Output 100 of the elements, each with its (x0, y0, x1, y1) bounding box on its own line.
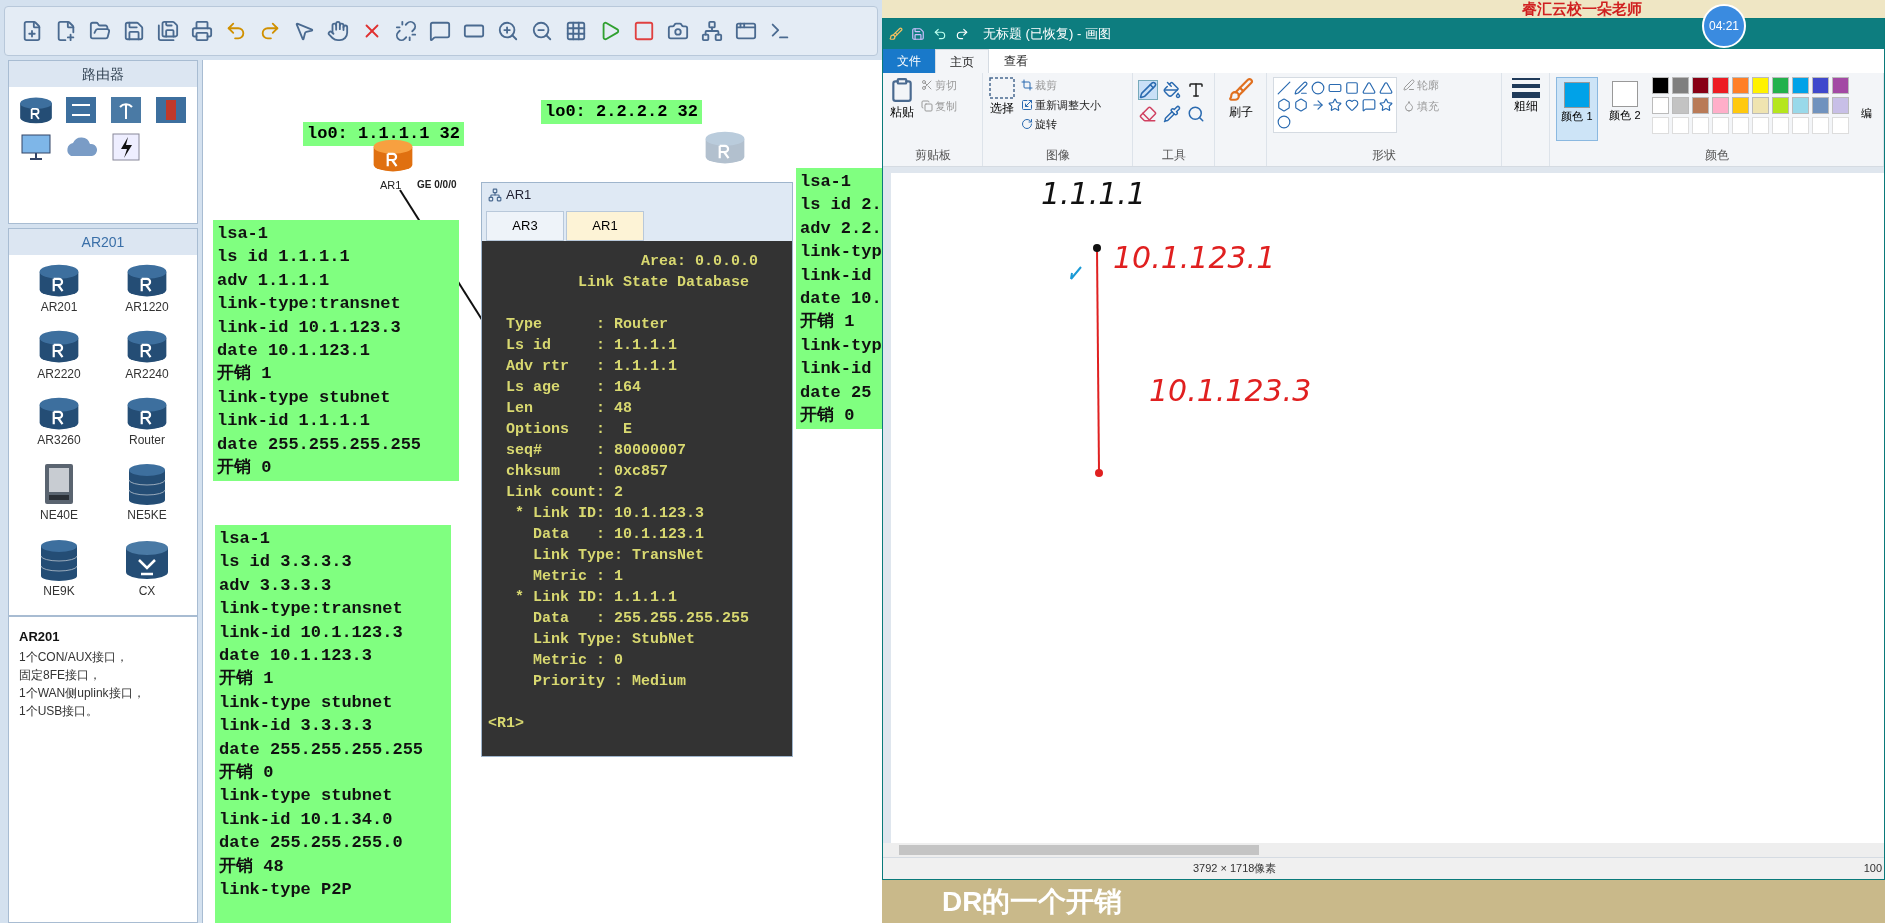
color-swatch[interactable] (1692, 97, 1709, 114)
device-label[interactable]: NE9K (43, 581, 75, 600)
printer-icon[interactable] (191, 20, 213, 42)
shape-icon[interactable] (1345, 81, 1359, 95)
undo-icon[interactable] (225, 20, 247, 42)
edit-colors-label[interactable]: 编 (1861, 105, 1872, 122)
note-line: date 10. (800, 288, 880, 311)
shape-icon[interactable] (1328, 81, 1342, 95)
empty-swatch[interactable] (1772, 117, 1789, 134)
color-swatch[interactable] (1652, 77, 1669, 94)
empty-swatch[interactable] (1692, 117, 1709, 134)
shape-icon[interactable] (1362, 98, 1376, 112)
device-label[interactable]: Router (129, 431, 165, 450)
shape-icon[interactable] (1362, 81, 1376, 95)
color-swatch[interactable] (1812, 97, 1829, 114)
color-swatch[interactable] (1732, 77, 1749, 94)
color-swatch[interactable] (1732, 97, 1749, 114)
ribbon-tab[interactable]: 主页 (935, 49, 989, 73)
terminal-line: Link State Database (577, 273, 751, 293)
select-button[interactable]: 选择 (989, 77, 1015, 117)
save-icon[interactable] (157, 20, 179, 42)
save-icon[interactable] (911, 27, 925, 41)
shape-icon[interactable] (1379, 81, 1393, 95)
magnifier-icon[interactable] (1187, 105, 1205, 123)
empty-swatch[interactable] (1812, 117, 1829, 134)
device-label[interactable]: NE40E (40, 506, 78, 525)
ribbon-button[interactable]: 重新调整大小 (1021, 96, 1101, 113)
empty-swatch[interactable] (1832, 117, 1849, 134)
device-label[interactable]: AR3260 (37, 431, 81, 450)
color-swatch[interactable] (1752, 77, 1769, 94)
terminal-line: Adv rtr : 1.1.1.1 (505, 357, 679, 377)
device-label[interactable]: AR2220 (37, 364, 81, 383)
color-swatch[interactable] (1672, 77, 1689, 94)
note-line: 开销 0 (800, 405, 856, 428)
window-icon[interactable] (735, 20, 757, 42)
pencil-icon[interactable] (1139, 81, 1157, 99)
color-swatch[interactable] (1712, 97, 1729, 114)
brush-button[interactable]: 刷子 (1227, 77, 1254, 121)
pipette-icon[interactable] (1163, 105, 1181, 123)
empty-swatch[interactable] (1732, 117, 1749, 134)
shape-icon[interactable] (1277, 81, 1291, 95)
save-icon[interactable] (123, 20, 145, 42)
color-swatch[interactable] (1652, 97, 1669, 114)
color-swatch[interactable] (1832, 77, 1849, 94)
device-label[interactable]: NE5KE (127, 506, 167, 525)
folder-icon[interactable] (89, 20, 111, 42)
shape-icon[interactable] (1311, 81, 1325, 95)
file-tab[interactable]: 文件 (883, 49, 935, 73)
zoom-out-icon[interactable] (531, 20, 553, 42)
device-label[interactable]: AR1220 (125, 298, 169, 317)
hand-icon[interactable] (327, 20, 349, 42)
redo-icon[interactable] (955, 27, 969, 41)
camera-icon[interactable] (667, 20, 689, 42)
stop-icon[interactable] (633, 20, 655, 42)
shape-icon[interactable] (1345, 98, 1359, 112)
color-swatch[interactable] (1752, 97, 1769, 114)
network-icon[interactable] (701, 20, 723, 42)
shape-icon[interactable] (1277, 98, 1291, 112)
paste-button[interactable]: 粘贴 (889, 77, 915, 121)
empty-swatch[interactable] (1652, 117, 1669, 134)
pointer-icon[interactable] (293, 20, 315, 42)
zoom-in-icon[interactable] (497, 20, 519, 42)
color-swatch[interactable] (1672, 97, 1689, 114)
ribbon-button[interactable]: 旋转 (1021, 116, 1101, 133)
shape-icon[interactable] (1379, 98, 1393, 112)
color-swatch[interactable] (1772, 97, 1789, 114)
color-swatch[interactable] (1832, 97, 1849, 114)
color-swatch[interactable] (1792, 77, 1809, 94)
device-label[interactable]: AR201 (40, 298, 78, 317)
color-swatch[interactable] (1692, 77, 1709, 94)
new-file-icon[interactable] (21, 20, 43, 42)
console-tab[interactable]: AR1 (566, 211, 644, 241)
color-swatch[interactable] (1792, 97, 1809, 114)
color-button[interactable]: 颜色 2 (1604, 77, 1646, 141)
size-button[interactable]: 粗细 (1510, 77, 1541, 113)
empty-swatch[interactable] (1712, 117, 1729, 134)
color-swatch[interactable] (1812, 77, 1829, 94)
color-swatch[interactable] (1712, 77, 1729, 94)
eraser-icon[interactable] (1139, 105, 1157, 123)
grid-icon[interactable] (565, 20, 587, 42)
empty-swatch[interactable] (1792, 117, 1809, 134)
new-file-icon[interactable] (55, 20, 77, 42)
console-tab[interactable]: AR3 (486, 211, 564, 241)
shape-icon[interactable] (1294, 98, 1308, 112)
shape-icon[interactable] (1311, 98, 1325, 112)
redo-icon[interactable] (259, 20, 281, 42)
device-label[interactable]: AR2240 (125, 364, 169, 383)
comment-icon[interactable] (429, 20, 451, 42)
undo-icon[interactable] (933, 27, 947, 41)
color-button[interactable]: 颜色 1 (1556, 77, 1598, 141)
text-tool-icon[interactable] (1187, 81, 1205, 99)
empty-swatch[interactable] (1752, 117, 1769, 134)
empty-swatch[interactable] (1672, 117, 1689, 134)
shape-icon[interactable] (1328, 98, 1342, 112)
color-swatch[interactable] (1772, 77, 1789, 94)
unlink-icon[interactable] (395, 20, 417, 42)
shape-icon[interactable] (1294, 81, 1308, 95)
bucket-icon[interactable] (1163, 81, 1181, 99)
device-label[interactable]: CX (138, 581, 156, 600)
shape-icon[interactable] (1277, 115, 1291, 129)
